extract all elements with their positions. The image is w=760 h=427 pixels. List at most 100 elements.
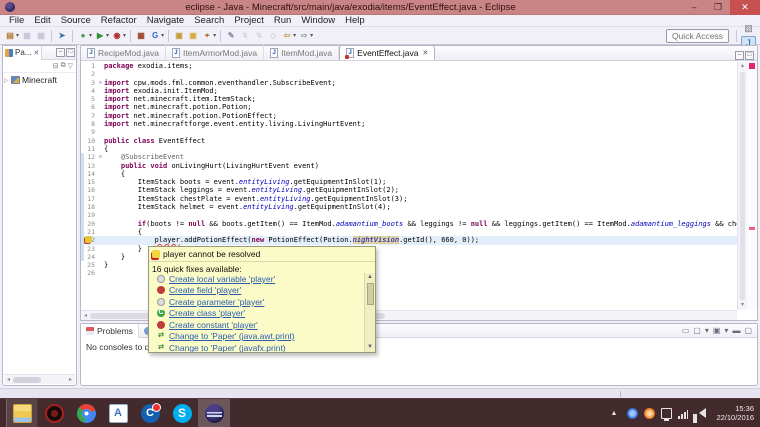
close-icon[interactable]: ✕ [422,49,428,57]
fold-icon[interactable]: ⊖ [97,79,104,87]
minimize-button[interactable]: – [682,0,706,15]
scroll-up-icon[interactable]: ▴ [738,62,747,71]
back-icon[interactable]: ⇦ [281,30,293,42]
code-line-9[interactable]: 9 [81,128,737,136]
maximize-icon[interactable]: ▢ [744,326,752,335]
code-line-18[interactable]: 18 ItemStack helmet = event.entityLiving… [81,203,737,211]
open-console-icon[interactable]: ▣ [713,326,721,335]
quickfix-item[interactable]: ⇄Change to 'Paper' (java.awt.print) [149,331,364,343]
prev-annotation-icon[interactable]: ↯ [253,30,265,42]
menu-project[interactable]: Project [229,15,269,26]
quickfix-scrollbar[interactable]: ▲ ▼ [364,273,375,352]
taskbar-wordpad[interactable]: A [102,399,134,427]
fold-icon[interactable]: ⊖ [97,153,104,161]
taskbar-eclipse[interactable] [198,399,230,427]
tab-eventeffect-java[interactable]: JEventEffect.java✕ [339,45,435,60]
taskbar-clock[interactable]: 15:36 22/10/2016 [716,404,754,422]
code-line-11[interactable]: 11{ [81,145,737,153]
quickfix-link[interactable]: Create field 'player' [169,285,241,295]
menu-source[interactable]: Source [56,15,96,26]
code-line-8[interactable]: 8import net.minecraftforge.event.entity.… [81,120,737,128]
last-edit-icon[interactable]: ◇ [267,30,279,42]
code-line-7[interactable]: 7import net.minecraft.potion.PotionEffec… [81,112,737,120]
code-line-16[interactable]: 16 ItemStack leggings = event.entityLivi… [81,186,737,194]
editor-vscrollbar[interactable]: ▴ ▾ [737,62,747,310]
save-icon[interactable]: ▦ [21,30,33,42]
menu-refactor[interactable]: Refactor [96,15,142,26]
code-line-2[interactable]: 2 [81,70,737,78]
view-menu-icon[interactable]: ▽ [68,62,73,70]
quickfix-link[interactable]: Change to 'Paper' (java.awt.print) [169,331,295,341]
error-marker[interactable] [749,227,755,230]
code-line-13[interactable]: 13 public void onLivingHurt(LivingHurtEv… [81,162,737,170]
tab-problems[interactable]: Problems [81,324,139,338]
quickfix-link[interactable]: Change to 'Paper' (javafx.print) [169,343,286,352]
next-annotation-icon[interactable]: ↯ [239,30,251,42]
quickfix-link[interactable]: Create parameter 'player' [169,297,264,307]
debug-icon-dropdown[interactable]: ▾ [89,32,92,39]
maximize-icon[interactable]: □ [66,48,75,57]
taskbar-file-explorer[interactable] [6,399,38,427]
restore-button[interactable]: ❐ [706,0,730,15]
tab-itemarmormod-java[interactable]: JItemArmorMod.java [166,45,264,60]
run-icon[interactable]: ▶ [94,30,106,42]
code-line-21[interactable]: 21 { [81,228,737,236]
scroll-right-icon[interactable]: ▸ [66,376,75,383]
scroll-thumb[interactable] [740,72,745,300]
debug-icon[interactable]: ● [77,30,89,42]
quickfix-item[interactable]: ⇄Change to 'Paper' (javafx.print) [149,342,364,352]
taskbar-skype[interactable]: S [166,399,198,427]
minimize-icon[interactable]: – [735,51,744,60]
search-icon-dropdown[interactable]: ▾ [213,32,216,39]
code-line-22[interactable]: 22 player.addPotionEffect(new PotionEffe… [81,236,737,244]
code-line-15[interactable]: 15 ItemStack boots = event.entityLiving.… [81,178,737,186]
open-type-icon[interactable]: ▣ [187,30,199,42]
minimize-icon[interactable]: – [56,48,65,57]
quickfix-item[interactable]: Create parameter 'player' [149,296,364,308]
open-perspective-icon[interactable]: ▧ [741,22,756,36]
tab-itemmod-java[interactable]: JItemMod.java [264,45,339,60]
quickfix-item[interactable]: Create field 'player' [149,285,364,297]
maximize-icon[interactable]: □ [745,51,754,60]
quickfix-item[interactable]: Create local variable 'player' [149,273,364,285]
code-line-17[interactable]: 17 ItemStack chestPlate = event.entityLi… [81,195,737,203]
quickfix-item[interactable]: CCreate class 'player' [149,308,364,320]
run-icon-dropdown[interactable]: ▾ [106,32,109,39]
profile-icon[interactable]: ◉ [111,30,123,42]
scroll-thumb[interactable] [367,283,374,305]
code-line-1[interactable]: 1package exodia.items; [81,62,737,70]
tab-recipemod-java[interactable]: JRecipeMod.java [81,45,166,60]
network-monitor-icon[interactable] [661,408,672,419]
expander-icon[interactable]: ▷ [4,77,11,84]
open-resource-icon[interactable]: ▣ [173,30,185,42]
menu-help[interactable]: Help [340,15,370,26]
scroll-left-icon[interactable]: ◂ [81,312,90,319]
taskbar-chrome[interactable] [70,399,102,427]
taskbar-dark-red-app[interactable] [38,399,70,427]
tab-package-explorer[interactable]: Pa... ✕ [3,46,42,60]
minimize-icon[interactable]: ▬ [732,326,740,335]
overview-ruler[interactable] [747,62,757,310]
menu-search[interactable]: Search [189,15,229,26]
menu-run[interactable]: Run [269,15,296,26]
tree-item-minecraft[interactable]: ▷ Minecraft [3,73,76,87]
gwt-icon[interactable]: G [149,30,161,42]
show-hidden-icons-icon[interactable]: ▲ [611,410,618,417]
menu-window[interactable]: Window [296,15,340,26]
code-line-12[interactable]: 12⊖ @SubscribeEvent [81,153,737,161]
forward-icon-dropdown[interactable]: ▾ [310,32,313,39]
pin-console-icon[interactable]: ▭ [682,326,690,335]
quickfix-link[interactable]: Create class 'player' [169,308,245,318]
menu-edit[interactable]: Edit [29,15,55,26]
quickfix-item[interactable]: Create constant 'player' [149,319,364,331]
scroll-up-icon[interactable]: ▲ [366,273,375,282]
display-console-icon[interactable]: ▢ [693,326,701,335]
skip-breakpoints-icon[interactable]: ➤ [56,30,68,42]
error-lightbulb-icon[interactable] [85,236,92,243]
code-line-5[interactable]: 5import net.minecraft.item.ItemStack; [81,95,737,103]
back-icon-dropdown[interactable]: ▾ [293,32,296,39]
mark-occurrences-icon[interactable]: ✎ [225,30,237,42]
code-line-10[interactable]: 10public class EventEffect [81,137,737,145]
save-all-icon[interactable]: ▩ [35,30,47,42]
quickfix-link[interactable]: Create local variable 'player' [169,274,275,284]
